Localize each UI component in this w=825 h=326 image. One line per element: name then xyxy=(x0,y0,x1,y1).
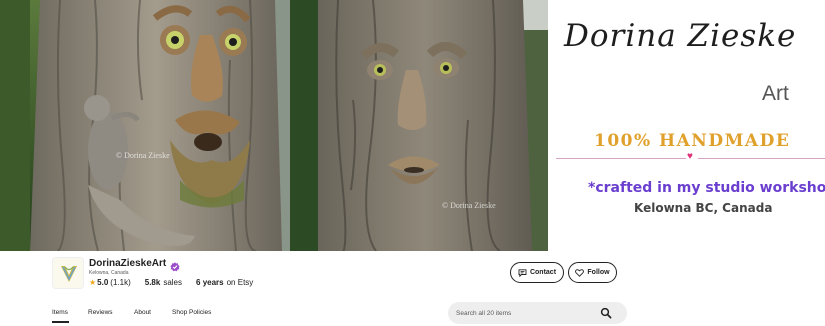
shop-location: Kelowna, Canada xyxy=(89,270,129,276)
handmade-tagline: 100% HANDMADE xyxy=(594,131,791,151)
shop-sales-count: 5.8k xyxy=(144,278,161,287)
shop-avatar[interactable] xyxy=(52,257,84,289)
tab-about[interactable]: About xyxy=(134,309,151,316)
banner-watermark-right: © Dorina Zieske xyxy=(442,201,496,210)
crafted-text: *crafted in my studio workshop xyxy=(588,180,825,196)
brand-subtitle: Art xyxy=(762,82,789,105)
heart-outline-icon xyxy=(575,268,585,277)
shop-name-row: DorinaZieskeArt xyxy=(89,258,180,271)
banner-photo-tree-face-squirrel: © Dorina Zieske xyxy=(0,0,318,251)
shop-search xyxy=(448,302,627,324)
shop-rating-count[interactable]: (1.1k) xyxy=(110,278,130,287)
star-seller-badge-icon xyxy=(170,259,180,271)
search-icon[interactable] xyxy=(600,307,612,319)
banner-watermark-left: © Dorina Zieske xyxy=(116,151,170,160)
tagline-divider-right xyxy=(698,158,825,159)
contact-button-label: Contact xyxy=(529,269,557,276)
shop-name[interactable]: DorinaZieskeArt xyxy=(89,258,166,269)
shop-years-label: on Etsy xyxy=(226,278,254,287)
banner-location: Kelowna BC, Canada xyxy=(634,201,773,215)
search-input[interactable] xyxy=(456,302,596,324)
shop-stats: ★ 5.0 (1.1k) 5.8k sales 6 years on Etsy xyxy=(89,278,253,287)
contact-button[interactable]: Contact xyxy=(510,262,564,283)
tab-items-active-indicator xyxy=(52,321,69,323)
shop-logo-icon xyxy=(53,258,83,288)
tab-items[interactable]: Items xyxy=(52,309,68,316)
shop-rating[interactable]: 5.0 xyxy=(97,278,108,287)
shop-years-count: 6 years xyxy=(196,278,224,287)
follow-button[interactable]: Follow xyxy=(568,262,617,283)
shop-banner: © Dorina Zieske © Dorina Zieske Dorina Z… xyxy=(0,0,825,251)
star-icon: ★ xyxy=(89,278,97,287)
brand-name-script: Dorina Zieske xyxy=(564,18,797,54)
tab-shop-policies[interactable]: Shop Policies xyxy=(172,309,211,316)
tab-reviews[interactable]: Reviews xyxy=(88,309,113,316)
message-icon xyxy=(518,268,527,277)
shop-header: DorinaZieskeArt Kelowna, Canada ★ 5.0 (1… xyxy=(0,251,825,326)
banner-photo-tree-face: © Dorina Zieske xyxy=(318,0,548,251)
heart-icon: ♥ xyxy=(687,151,693,162)
banner-brand-panel: Dorina Zieske Art 100% HANDMADE ♥ *craft… xyxy=(548,0,825,251)
follow-button-label: Follow xyxy=(587,269,610,276)
tagline-divider-left xyxy=(556,158,686,159)
shop-sales-label: sales xyxy=(163,278,183,287)
